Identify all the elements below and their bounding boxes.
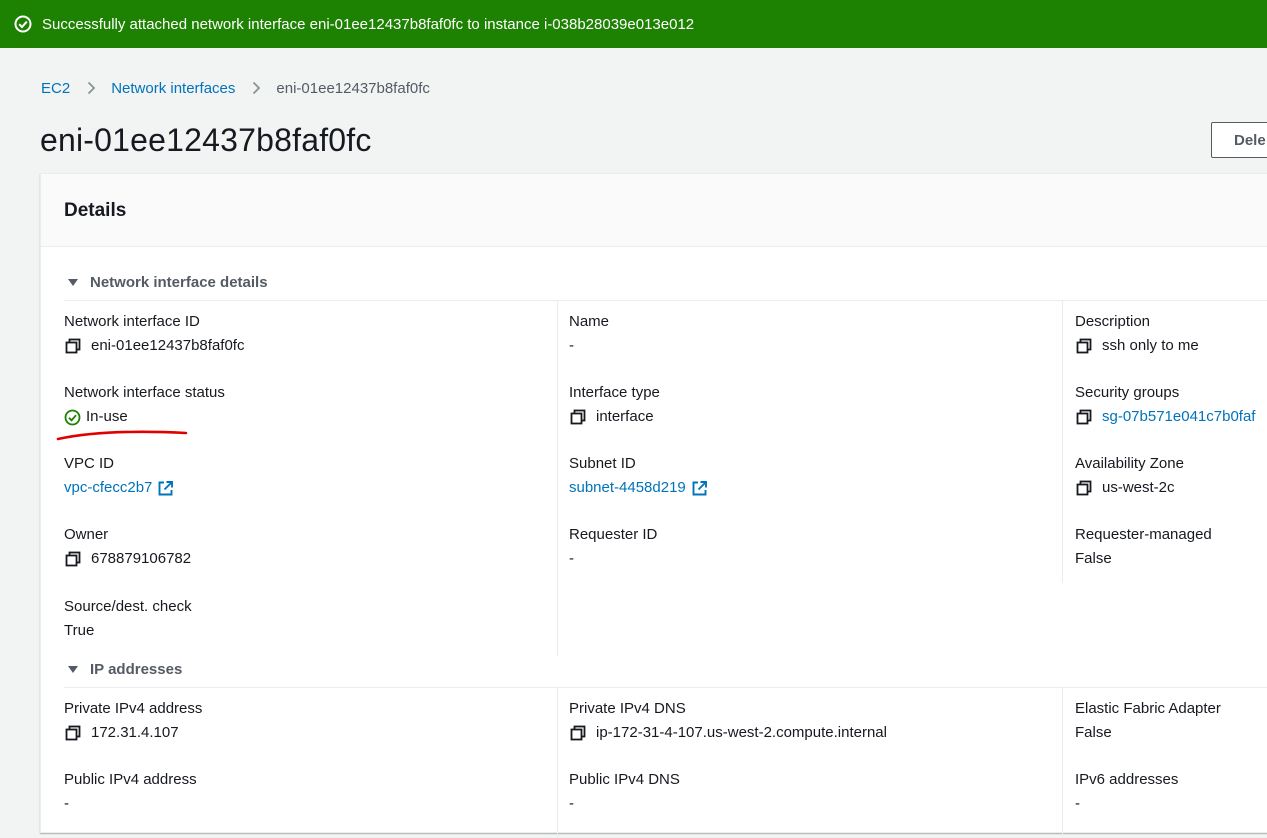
- column-divider: [1062, 688, 1063, 838]
- field-label: Subnet ID: [569, 455, 636, 472]
- field-network-interface-id: Network interface ID eni-01ee12437b8faf0…: [64, 312, 544, 356]
- details-heading: Details: [64, 200, 127, 221]
- field-value: eni-01ee12437b8faf0fc: [91, 337, 245, 354]
- field-value: True: [64, 622, 95, 639]
- field-public-ipv4-address: Public IPv4 address -: [64, 770, 544, 814]
- page-title: eni-01ee12437b8faf0fc: [40, 122, 372, 158]
- column-divider: [1062, 301, 1063, 583]
- field-subnet-id: Subnet ID subnet-4458d219: [569, 454, 1049, 498]
- copy-icon[interactable]: [64, 724, 82, 742]
- delete-button[interactable]: Dele: [1211, 122, 1267, 158]
- chevron-right-icon: [249, 81, 263, 95]
- field-label: Description: [1075, 313, 1151, 330]
- field-private-ipv4-address: Private IPv4 address 172.31.4.107: [64, 699, 544, 743]
- field-label: Private IPv4 address: [64, 700, 203, 717]
- field-value: -: [569, 795, 574, 812]
- red-underline-annotation: [56, 430, 188, 441]
- section-toggle-network-interface-details[interactable]: Network interface details: [66, 272, 268, 292]
- field-name: Name -: [569, 312, 1049, 356]
- field-source-dest-check: Source/dest. check True: [64, 597, 544, 641]
- section-title: IP addresses: [90, 660, 183, 678]
- field-value: -: [64, 795, 69, 812]
- check-circle-icon: [13, 14, 33, 34]
- field-value: 678879106782: [91, 550, 192, 567]
- breadcrumb-link-ec2[interactable]: EC2: [41, 80, 70, 97]
- field-value: ip-172-31-4-107.us-west-2.compute.intern…: [596, 724, 887, 741]
- section-toggle-ip-addresses[interactable]: IP addresses: [66, 659, 182, 679]
- external-link-icon[interactable]: [691, 480, 708, 497]
- field-interface-type: Interface type interface: [569, 383, 1049, 427]
- field-value: False: [1075, 724, 1112, 741]
- caret-down-icon: [66, 275, 80, 289]
- copy-icon[interactable]: [1075, 408, 1093, 426]
- field-value: -: [569, 337, 574, 354]
- section-title: Network interface details: [90, 273, 268, 291]
- external-link-icon[interactable]: [157, 480, 174, 497]
- field-public-ipv4-dns: Public IPv4 DNS -: [569, 770, 1049, 814]
- copy-icon[interactable]: [569, 408, 587, 426]
- field-label: IPv6 addresses: [1075, 771, 1179, 788]
- field-value: ssh only to me: [1102, 337, 1199, 354]
- field-label: Requester ID: [569, 526, 658, 543]
- field-label: Public IPv4 address: [64, 771, 197, 788]
- details-header: Details: [41, 174, 1267, 247]
- field-label: VPC ID: [64, 455, 115, 472]
- field-label: Requester-managed: [1075, 526, 1212, 543]
- breadcrumb-link-network-interfaces[interactable]: Network interfaces: [111, 80, 235, 97]
- field-network-interface-status: Network interface status In-use: [64, 383, 544, 427]
- divider: [64, 300, 1267, 301]
- field-availability-zone: Availability Zone us-west-2c: [1075, 454, 1267, 498]
- field-label: Availability Zone: [1075, 455, 1184, 472]
- field-label: Private IPv4 DNS: [569, 700, 686, 717]
- field-value: False: [1075, 550, 1112, 567]
- caret-down-icon: [66, 662, 80, 676]
- field-label: Interface type: [569, 384, 660, 401]
- divider: [64, 687, 1267, 688]
- field-value: us-west-2c: [1102, 479, 1175, 496]
- field-ipv6-addresses: IPv6 addresses -: [1075, 770, 1267, 814]
- field-label: Owner: [64, 526, 109, 543]
- field-vpc-id: VPC ID vpc-cfecc2b7: [64, 454, 544, 498]
- field-label: Name: [569, 313, 610, 330]
- copy-icon[interactable]: [569, 724, 587, 742]
- field-value: -: [1075, 795, 1080, 812]
- field-label: Source/dest. check: [64, 598, 192, 615]
- chevron-right-icon: [84, 81, 98, 95]
- field-requester-id: Requester ID -: [569, 525, 1049, 569]
- copy-icon[interactable]: [64, 337, 82, 355]
- breadcrumb: EC2 Network interfaces eni-01ee12437b8fa…: [41, 78, 430, 98]
- field-private-ipv4-dns: Private IPv4 DNS ip-172-31-4-107.us-west…: [569, 699, 1049, 743]
- copy-icon[interactable]: [64, 550, 82, 568]
- copy-icon[interactable]: [1075, 337, 1093, 355]
- field-requester-managed: Requester-managed False: [1075, 525, 1267, 569]
- field-description: Description ssh only to me: [1075, 312, 1267, 356]
- security-group-link[interactable]: sg-07b571e041c7b0faf: [1102, 407, 1255, 427]
- field-label: Public IPv4 DNS: [569, 771, 680, 788]
- field-label: Elastic Fabric Adapter: [1075, 700, 1221, 717]
- field-label: Network interface status: [64, 384, 225, 401]
- field-elastic-fabric-adapter: Elastic Fabric Adapter False: [1075, 699, 1267, 743]
- field-value: -: [569, 550, 574, 567]
- subnet-link[interactable]: subnet-4458d219: [569, 478, 686, 498]
- status-value: In-use: [86, 408, 128, 425]
- vpc-link[interactable]: vpc-cfecc2b7: [64, 478, 152, 498]
- copy-icon[interactable]: [1075, 479, 1093, 497]
- field-label: Network interface ID: [64, 313, 200, 330]
- column-divider: [557, 301, 558, 656]
- column-divider: [557, 688, 558, 838]
- status-success-icon: [64, 409, 81, 426]
- field-security-groups: Security groups sg-07b571e041c7b0faf: [1075, 383, 1267, 427]
- field-label: Security groups: [1075, 384, 1180, 401]
- breadcrumb-current: eni-01ee12437b8faf0fc: [276, 79, 430, 97]
- details-panel: Details Network interface details Networ…: [40, 173, 1267, 838]
- field-value: 172.31.4.107: [91, 724, 179, 741]
- flash-message: Successfully attached network interface …: [42, 15, 695, 33]
- field-value: interface: [596, 408, 654, 425]
- field-owner: Owner 678879106782: [64, 525, 544, 569]
- success-flash-banner: Successfully attached network interface …: [0, 0, 1267, 48]
